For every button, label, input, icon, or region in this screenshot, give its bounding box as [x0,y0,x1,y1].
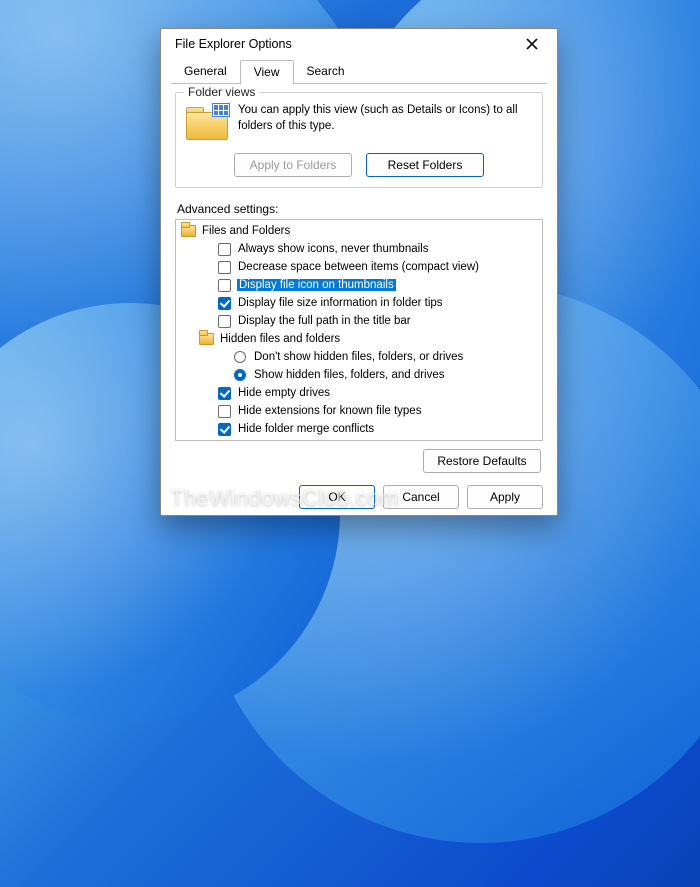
folder-icon [180,223,196,239]
tree-item[interactable]: Hide extensions for known file types [176,402,542,420]
ok-button[interactable]: OK [299,485,375,509]
folder-views-group: Folder views You can apply this view (su… [175,92,543,188]
tree-item[interactable]: Decrease space between items (compact vi… [176,258,542,276]
apply-button[interactable]: Apply [467,485,543,509]
tree-label: Display file icon on thumbnails [237,279,396,291]
tree-item[interactable]: Display file icon on thumbnails [176,276,542,294]
tree-folder-root[interactable]: Files and Folders [176,222,542,240]
checkbox-icon [216,403,232,419]
advanced-settings-label: Advanced settings: [177,202,543,216]
checkbox-icon [216,259,232,275]
checkbox-icon [216,295,232,311]
apply-to-folders-button: Apply to Folders [234,153,352,177]
folder-icon [198,331,214,347]
close-icon [526,38,538,50]
checkbox-icon [216,277,232,293]
tree-item[interactable]: Always show icons, never thumbnails [176,240,542,258]
tree-label: Files and Folders [201,225,291,237]
tree-label: Hide extensions for known file types [237,405,422,417]
checkbox-icon [216,421,232,437]
radio-icon [232,367,248,383]
checkbox-icon [216,241,232,257]
dialog-title: File Explorer Options [175,37,517,51]
tree-item[interactable]: Don't show hidden files, folders, or dri… [176,348,542,366]
checkbox-icon [216,385,232,401]
tree-label: Always show icons, never thumbnails [237,243,429,255]
tree-label: Don't show hidden files, folders, or dri… [253,351,464,363]
dialog-actions: OK Cancel Apply [161,477,557,521]
dialog-body: Folder views You can apply this view (su… [161,84,557,477]
tree-label: Show hidden files, folders, and drives [253,369,446,381]
checkbox-icon [216,313,232,329]
restore-defaults-button[interactable]: Restore Defaults [423,449,541,473]
tree-item[interactable]: Hide folder merge conflicts [176,420,542,438]
close-button[interactable] [517,29,547,59]
tree-item[interactable]: Display file size information in folder … [176,294,542,312]
folder-views-description: You can apply this view (such as Details… [238,103,532,134]
tree-label: Hide empty drives [237,387,331,399]
tree-folder[interactable]: Hidden files and folders [176,330,542,348]
tab-search[interactable]: Search [294,60,358,85]
file-explorer-options-dialog: File Explorer Options General View Searc… [160,28,558,516]
tree-label: Display file size information in folder … [237,297,444,309]
tree-label: Display the full path in the title bar [237,315,412,327]
advanced-settings-tree[interactable]: Files and Folders Always show icons, nev… [175,219,543,441]
tree-label: Hide folder merge conflicts [237,423,375,435]
tree-item[interactable]: Hide empty drives [176,384,542,402]
tab-general[interactable]: General [171,60,240,85]
radio-icon [232,349,248,365]
tab-view[interactable]: View [240,60,294,85]
tree-item[interactable]: Show hidden files, folders, and drives [176,366,542,384]
tab-strip: General View Search [161,59,557,84]
tree-label: Hidden files and folders [219,333,341,345]
reset-folders-button[interactable]: Reset Folders [366,153,484,177]
folder-views-icon [186,105,228,143]
tree-item[interactable]: Display the full path in the title bar [176,312,542,330]
cancel-button[interactable]: Cancel [383,485,459,509]
folder-views-legend: Folder views [184,85,259,99]
tree-label: Decrease space between items (compact vi… [237,261,480,273]
title-bar: File Explorer Options [161,29,557,59]
